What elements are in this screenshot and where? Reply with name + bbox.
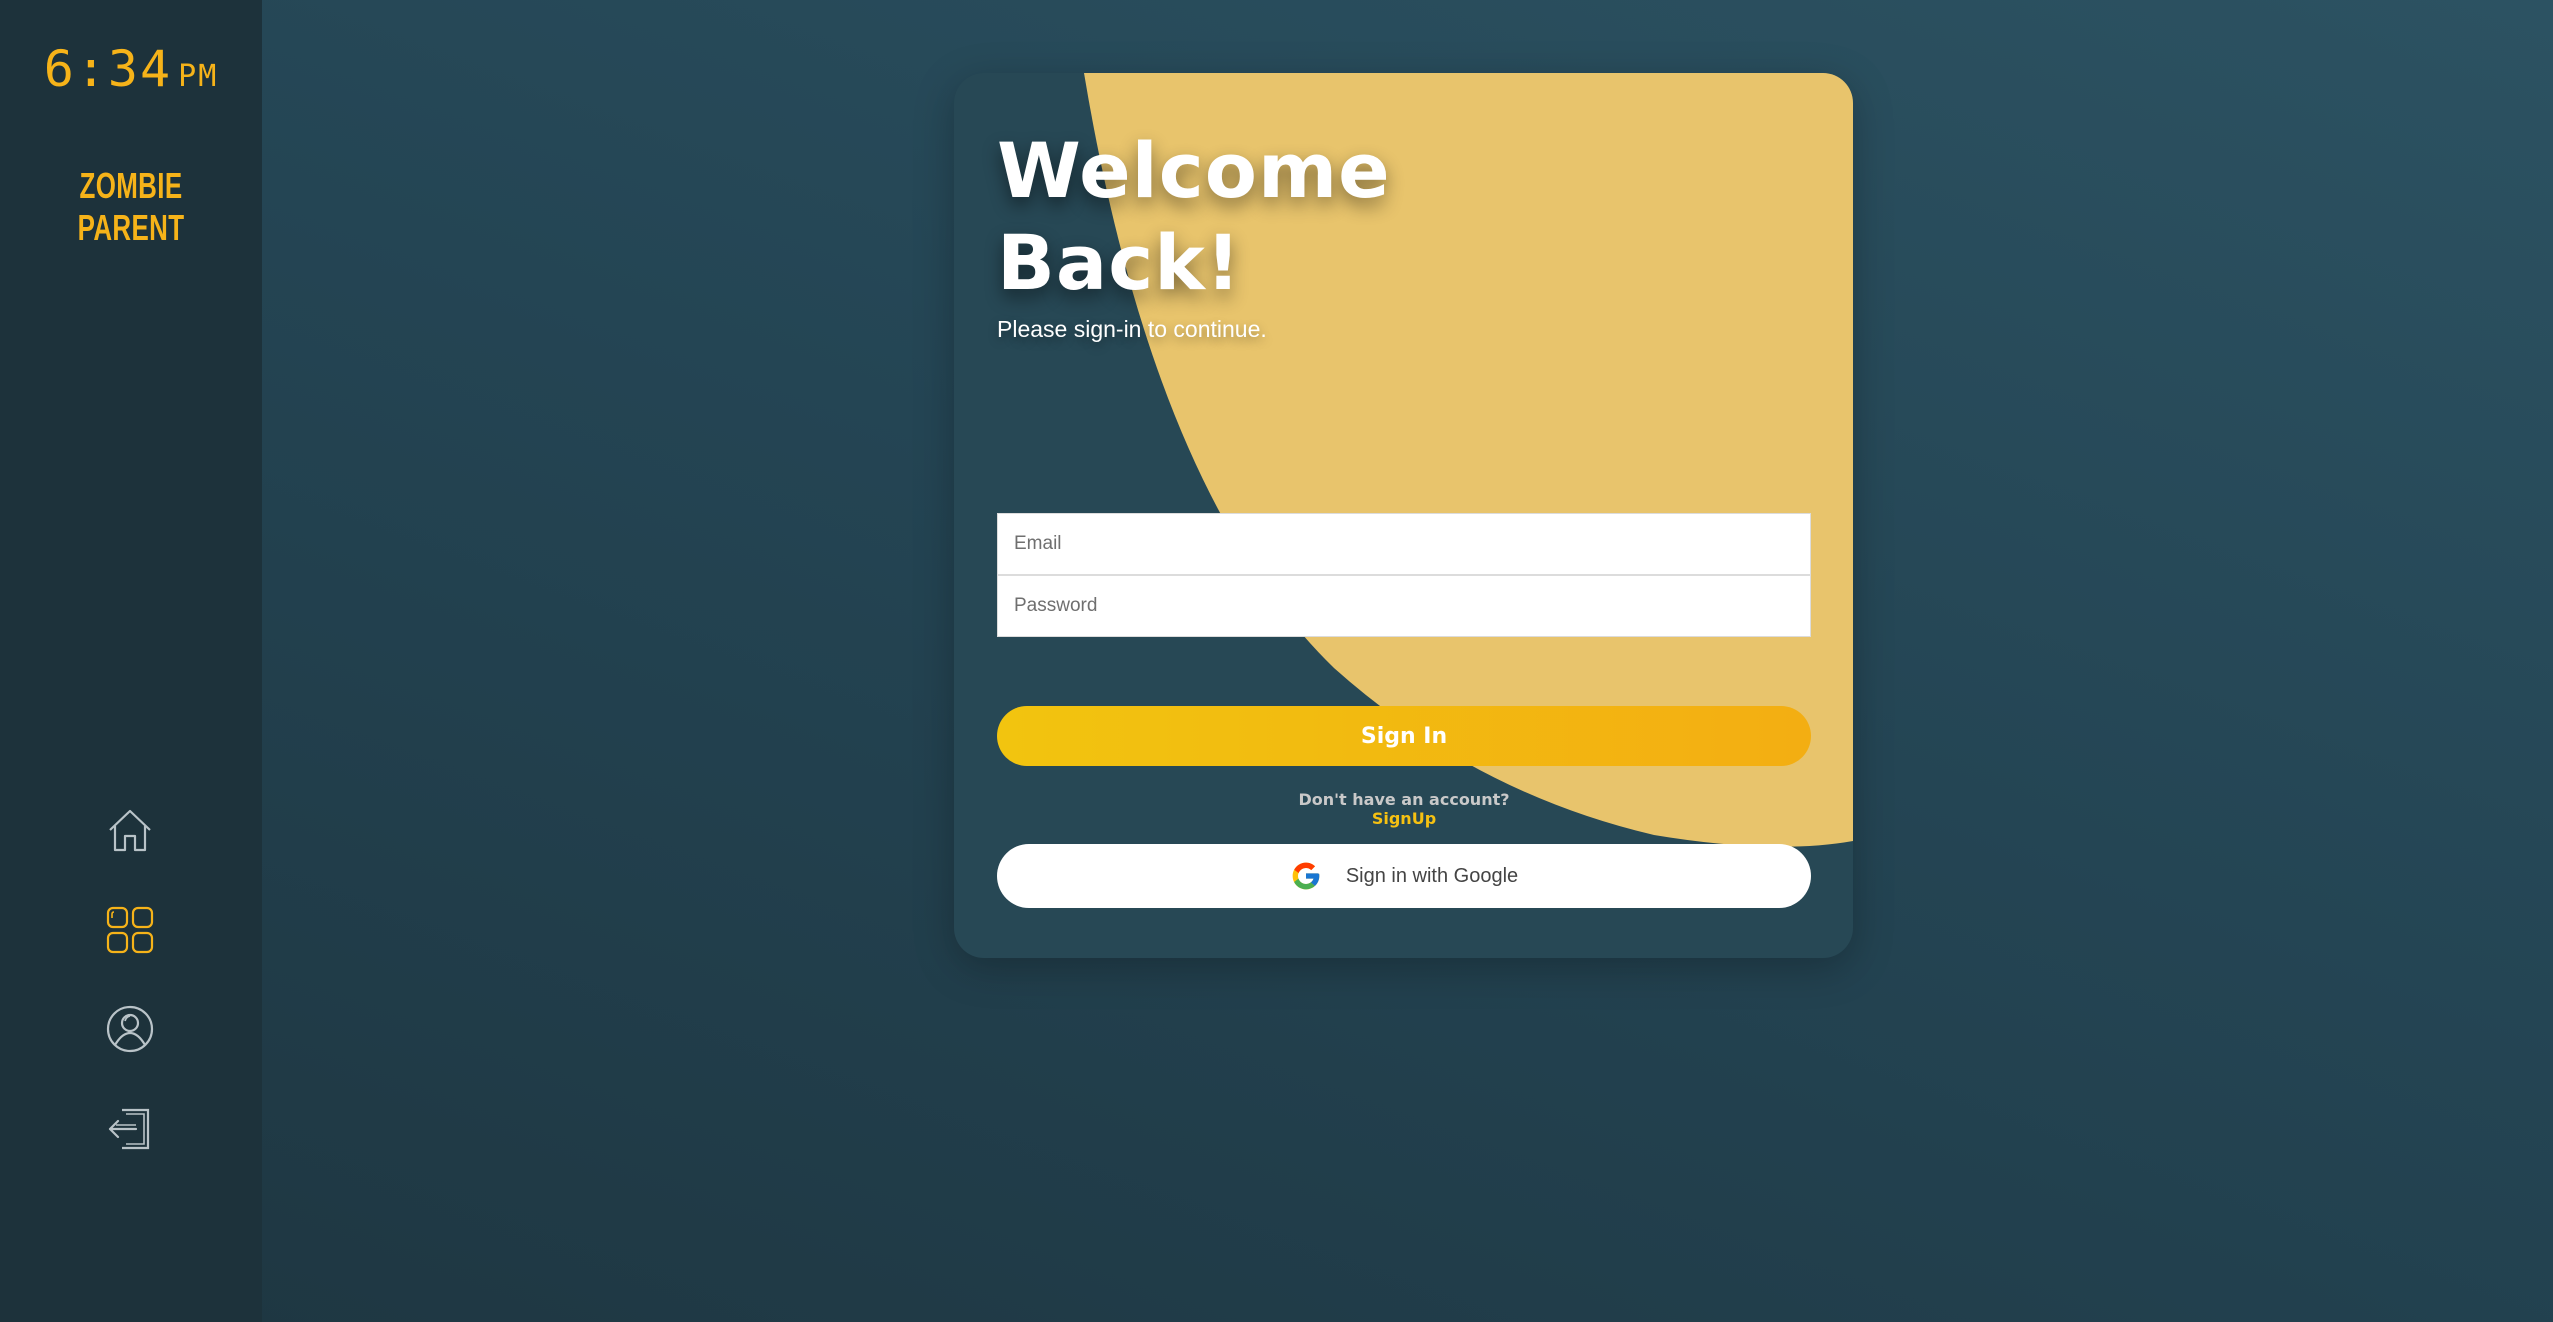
nav-profile-button[interactable] bbox=[102, 1001, 158, 1057]
no-account-text: Don't have an account? bbox=[1298, 790, 1510, 809]
nav-dashboard-button[interactable] bbox=[102, 902, 158, 958]
signup-link[interactable]: SignUp bbox=[997, 809, 1811, 828]
google-signin-button[interactable]: Sign in with Google bbox=[997, 844, 1811, 908]
email-field[interactable] bbox=[997, 513, 1811, 575]
title-line-1: Welcome bbox=[997, 126, 1391, 215]
password-field[interactable] bbox=[997, 575, 1811, 637]
subtitle: Please sign-in to continue. bbox=[997, 316, 1267, 342]
clock-ampm: PM bbox=[178, 59, 219, 94]
google-button-label: Sign in with Google bbox=[1345, 864, 1519, 887]
clock-time: 6:34 bbox=[43, 40, 173, 98]
brand-logo: ZOMBIE PARENT bbox=[77, 165, 185, 248]
google-icon bbox=[1290, 860, 1322, 892]
sidebar: 6:34 PM ZOMBIE PARENT bbox=[0, 0, 262, 1322]
clock: 6:34 PM bbox=[0, 40, 262, 98]
title-line-2: Back! bbox=[997, 218, 1242, 307]
nav-home-button[interactable] bbox=[102, 803, 158, 859]
signin-card: Welcome Back! Please sign-in to continue… bbox=[954, 73, 1853, 958]
user-icon bbox=[106, 1005, 154, 1053]
page-title: Welcome Back! bbox=[997, 125, 1417, 309]
grid-icon bbox=[106, 906, 154, 954]
home-icon bbox=[109, 809, 151, 852]
nav-logout-button[interactable] bbox=[102, 1100, 158, 1156]
signin-button[interactable]: Sign In bbox=[997, 706, 1811, 766]
logout-icon bbox=[108, 1108, 150, 1150]
